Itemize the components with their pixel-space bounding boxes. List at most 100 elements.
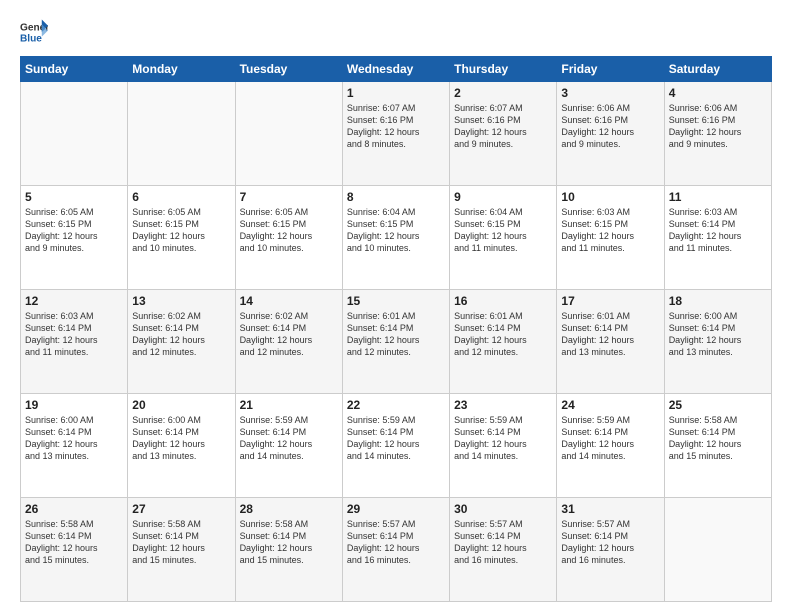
- calendar-day-cell: 29 Sunrise: 5:57 AMSunset: 6:14 PMDayligh…: [342, 498, 449, 602]
- calendar-day-cell: 5 Sunrise: 6:05 AMSunset: 6:15 PMDaylight…: [21, 186, 128, 290]
- day-number: 7: [240, 190, 338, 204]
- day-info: Sunrise: 5:58 AMSunset: 6:14 PMDaylight:…: [240, 518, 338, 567]
- day-number: 4: [669, 86, 767, 100]
- calendar-day-cell: 21 Sunrise: 5:59 AMSunset: 6:14 PMDayligh…: [235, 394, 342, 498]
- day-info: Sunrise: 6:05 AMSunset: 6:15 PMDaylight:…: [132, 206, 230, 255]
- day-info: Sunrise: 6:01 AMSunset: 6:14 PMDaylight:…: [561, 310, 659, 359]
- day-number: 16: [454, 294, 552, 308]
- day-number: 18: [669, 294, 767, 308]
- day-info: Sunrise: 6:00 AMSunset: 6:14 PMDaylight:…: [669, 310, 767, 359]
- day-info: Sunrise: 6:03 AMSunset: 6:15 PMDaylight:…: [561, 206, 659, 255]
- day-number: 5: [25, 190, 123, 204]
- day-number: 31: [561, 502, 659, 516]
- calendar-day-cell: 6Sunrise: 6:05 AMSunset: 6:15 PMDaylight…: [128, 186, 235, 290]
- calendar-day-cell: 2 Sunrise: 6:07 AMSunset: 6:16 PMDaylight…: [450, 82, 557, 186]
- day-number: 24: [561, 398, 659, 412]
- day-info: Sunrise: 6:03 AMSunset: 6:14 PMDaylight:…: [669, 206, 767, 255]
- weekday-header: Sunday: [21, 57, 128, 82]
- calendar-day-cell: 15 Sunrise: 6:01 AMSunset: 6:14 PMDayligh…: [342, 290, 449, 394]
- day-number: 30: [454, 502, 552, 516]
- calendar-day-cell: 27Sunrise: 5:58 AMSunset: 6:14 PMDayligh…: [128, 498, 235, 602]
- day-number: 3: [561, 86, 659, 100]
- calendar-day-cell: 16 Sunrise: 6:01 AMSunset: 6:14 PMDayligh…: [450, 290, 557, 394]
- calendar-day-cell: 25Sunrise: 5:58 AMSunset: 6:14 PMDayligh…: [664, 394, 771, 498]
- calendar-day-cell: 31 Sunrise: 5:57 AMSunset: 6:14 PMDayligh…: [557, 498, 664, 602]
- weekday-header: Wednesday: [342, 57, 449, 82]
- day-info: Sunrise: 6:00 AMSunset: 6:14 PMDaylight:…: [132, 414, 230, 463]
- weekday-header: Tuesday: [235, 57, 342, 82]
- day-info: Sunrise: 5:58 AMSunset: 6:14 PMDaylight:…: [132, 518, 230, 567]
- calendar-day-cell: 14 Sunrise: 6:02 AMSunset: 6:14 PMDayligh…: [235, 290, 342, 394]
- calendar-day-cell: 17 Sunrise: 6:01 AMSunset: 6:14 PMDayligh…: [557, 290, 664, 394]
- empty-day-cell: [21, 82, 128, 186]
- day-info: Sunrise: 6:05 AMSunset: 6:15 PMDaylight:…: [25, 206, 123, 255]
- empty-day-cell: [128, 82, 235, 186]
- day-info: Sunrise: 6:02 AMSunset: 6:14 PMDaylight:…: [240, 310, 338, 359]
- day-info: Sunrise: 6:07 AMSunset: 6:16 PMDaylight:…: [454, 102, 552, 151]
- calendar-day-cell: 13 Sunrise: 6:02 AMSunset: 6:14 PMDayligh…: [128, 290, 235, 394]
- calendar-day-cell: 11 Sunrise: 6:03 AMSunset: 6:14 PMDayligh…: [664, 186, 771, 290]
- day-number: 12: [25, 294, 123, 308]
- day-number: 17: [561, 294, 659, 308]
- header: General Blue: [20, 18, 772, 46]
- calendar-day-cell: 30Sunrise: 5:57 AMSunset: 6:14 PMDayligh…: [450, 498, 557, 602]
- day-number: 25: [669, 398, 767, 412]
- day-info: Sunrise: 6:04 AMSunset: 6:15 PMDaylight:…: [454, 206, 552, 255]
- empty-day-cell: [235, 82, 342, 186]
- day-info: Sunrise: 5:59 AMSunset: 6:14 PMDaylight:…: [240, 414, 338, 463]
- day-number: 11: [669, 190, 767, 204]
- day-info: Sunrise: 6:00 AMSunset: 6:14 PMDaylight:…: [25, 414, 123, 463]
- calendar-day-cell: 12 Sunrise: 6:03 AMSunset: 6:14 PMDayligh…: [21, 290, 128, 394]
- day-number: 29: [347, 502, 445, 516]
- weekday-header: Monday: [128, 57, 235, 82]
- day-number: 22: [347, 398, 445, 412]
- empty-day-cell: [664, 498, 771, 602]
- day-info: Sunrise: 6:01 AMSunset: 6:14 PMDaylight:…: [454, 310, 552, 359]
- day-number: 13: [132, 294, 230, 308]
- day-info: Sunrise: 6:02 AMSunset: 6:14 PMDaylight:…: [132, 310, 230, 359]
- weekday-header: Thursday: [450, 57, 557, 82]
- calendar-day-cell: 8Sunrise: 6:04 AMSunset: 6:15 PMDaylight…: [342, 186, 449, 290]
- calendar-day-cell: 3 Sunrise: 6:06 AMSunset: 6:16 PMDaylight…: [557, 82, 664, 186]
- calendar-day-cell: 19 Sunrise: 6:00 AMSunset: 6:14 PMDayligh…: [21, 394, 128, 498]
- day-number: 28: [240, 502, 338, 516]
- calendar-day-cell: 22 Sunrise: 5:59 AMSunset: 6:14 PMDayligh…: [342, 394, 449, 498]
- logo-icon: General Blue: [20, 18, 48, 46]
- calendar-day-cell: 24 Sunrise: 5:59 AMSunset: 6:14 PMDayligh…: [557, 394, 664, 498]
- calendar-day-cell: 4 Sunrise: 6:06 AMSunset: 6:16 PMDaylight…: [664, 82, 771, 186]
- day-info: Sunrise: 6:06 AMSunset: 6:16 PMDaylight:…: [561, 102, 659, 151]
- calendar-table: SundayMondayTuesdayWednesdayThursdayFrid…: [20, 56, 772, 602]
- day-number: 2: [454, 86, 552, 100]
- day-info: Sunrise: 5:57 AMSunset: 6:14 PMDaylight:…: [561, 518, 659, 567]
- calendar-day-cell: 10 Sunrise: 6:03 AMSunset: 6:15 PMDayligh…: [557, 186, 664, 290]
- logo: General Blue: [20, 18, 48, 46]
- day-info: Sunrise: 5:59 AMSunset: 6:14 PMDaylight:…: [454, 414, 552, 463]
- day-info: Sunrise: 5:59 AMSunset: 6:14 PMDaylight:…: [561, 414, 659, 463]
- calendar-day-cell: 7 Sunrise: 6:05 AMSunset: 6:15 PMDaylight…: [235, 186, 342, 290]
- day-info: Sunrise: 6:01 AMSunset: 6:14 PMDaylight:…: [347, 310, 445, 359]
- day-number: 1: [347, 86, 445, 100]
- day-info: Sunrise: 6:06 AMSunset: 6:16 PMDaylight:…: [669, 102, 767, 151]
- day-info: Sunrise: 6:07 AMSunset: 6:16 PMDaylight:…: [347, 102, 445, 151]
- day-number: 10: [561, 190, 659, 204]
- day-info: Sunrise: 6:05 AMSunset: 6:15 PMDaylight:…: [240, 206, 338, 255]
- page: General Blue SundayMondayTuesdayWednesda…: [0, 0, 792, 612]
- day-info: Sunrise: 5:57 AMSunset: 6:14 PMDaylight:…: [347, 518, 445, 567]
- calendar-day-cell: 23Sunrise: 5:59 AMSunset: 6:14 PMDayligh…: [450, 394, 557, 498]
- day-number: 14: [240, 294, 338, 308]
- calendar-day-cell: 18 Sunrise: 6:00 AMSunset: 6:14 PMDayligh…: [664, 290, 771, 394]
- calendar-day-cell: 9Sunrise: 6:04 AMSunset: 6:15 PMDaylight…: [450, 186, 557, 290]
- day-info: Sunrise: 5:59 AMSunset: 6:14 PMDaylight:…: [347, 414, 445, 463]
- day-number: 21: [240, 398, 338, 412]
- day-info: Sunrise: 6:03 AMSunset: 6:14 PMDaylight:…: [25, 310, 123, 359]
- day-number: 20: [132, 398, 230, 412]
- weekday-header: Friday: [557, 57, 664, 82]
- svg-text:Blue: Blue: [20, 33, 42, 44]
- day-number: 15: [347, 294, 445, 308]
- day-info: Sunrise: 5:58 AMSunset: 6:14 PMDaylight:…: [25, 518, 123, 567]
- calendar-day-cell: 20 Sunrise: 6:00 AMSunset: 6:14 PMDayligh…: [128, 394, 235, 498]
- weekday-header: Saturday: [664, 57, 771, 82]
- calendar-day-cell: 26Sunrise: 5:58 AMSunset: 6:14 PMDayligh…: [21, 498, 128, 602]
- day-number: 19: [25, 398, 123, 412]
- calendar-day-cell: 1 Sunrise: 6:07 AMSunset: 6:16 PMDaylight…: [342, 82, 449, 186]
